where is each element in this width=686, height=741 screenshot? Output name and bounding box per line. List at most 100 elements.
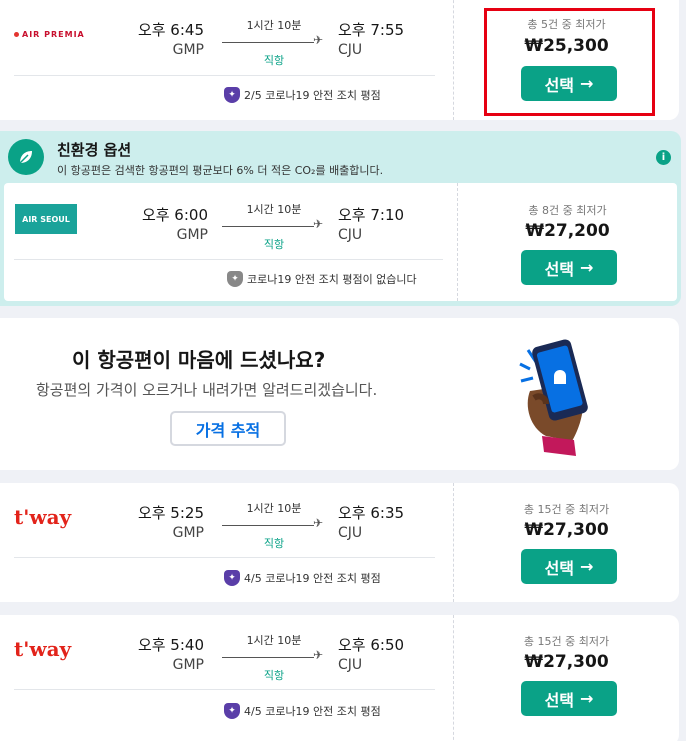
departure-airport: GMP <box>172 525 204 541</box>
flight-details: t'way 오후 5:40 GMP 1시간 10분 직항 ✈ 오후 6:50 C… <box>0 615 454 741</box>
safety-rating: ✦ 4/5 코로나19 안전 조치 평점 <box>224 570 381 586</box>
divider <box>14 259 443 260</box>
highlight-box <box>484 8 655 116</box>
arrival-time: 오후 6:50 <box>338 636 405 654</box>
departure-time: 오후 6:00 <box>141 206 208 224</box>
arrival-time: 오후 7:10 <box>338 206 405 224</box>
leaf-icon <box>8 139 44 175</box>
route-line <box>222 226 314 227</box>
departure-airport: GMP <box>172 42 204 58</box>
offer-count: 총 15건 중 최저가 <box>523 635 610 648</box>
arrival-time: 오후 6:35 <box>338 504 405 522</box>
arrow-right-icon: → <box>580 689 594 708</box>
price-track-button[interactable]: 가격 추적 <box>170 411 286 446</box>
divider <box>14 689 435 690</box>
plane-icon: ✈ <box>313 33 324 47</box>
promo-title: 이 항공편이 마음에 드셨나요? <box>72 348 326 372</box>
airline-logo: t'way <box>14 505 71 529</box>
select-button[interactable]: 선택 → <box>521 681 617 716</box>
select-label: 선택 <box>544 259 575 279</box>
stops-text: 직항 <box>263 54 285 67</box>
airline-name: AIR SEOUL <box>22 214 70 224</box>
safety-rating: ✦ 4/5 코로나19 안전 조치 평점 <box>224 703 381 719</box>
departure-airport: GMP <box>176 227 208 243</box>
select-label: 선택 <box>544 690 575 710</box>
stops-text: 직항 <box>263 669 285 682</box>
select-label: 선택 <box>544 558 575 578</box>
duration-text: 1시간 10분 <box>246 634 302 647</box>
price-panel: 총 15건 중 최저가 ₩27,300 선택 → <box>454 615 679 741</box>
airline-logo: AIR PREMIA <box>14 30 85 39</box>
eco-title: 친환경 옵션 <box>57 141 132 159</box>
plane-icon: ✈ <box>313 217 324 231</box>
select-button[interactable]: 선택 → <box>521 549 617 584</box>
plane-icon: ✈ <box>313 648 324 662</box>
safety-text: 코로나19 안전 조치 평점이 없습니다 <box>247 273 417 286</box>
eco-description: 이 항공편은 검색한 항공편의 평균보다 6% 더 적은 CO₂를 배출합니다. <box>57 164 384 177</box>
duration: 1시간 10분 직항 <box>222 500 326 551</box>
departure: 오후 6:00 GMP <box>142 204 208 243</box>
arrival-time: 오후 7:55 <box>338 21 405 39</box>
arrival: 오후 7:10 CJU <box>338 204 404 243</box>
route-line <box>222 525 314 526</box>
arrow-right-icon: → <box>580 258 594 277</box>
price-panel: 총 8건 중 최저가 ₩27,200 선택 → <box>458 183 677 301</box>
shield-icon: ✦ <box>227 271 243 287</box>
airline-name: AIR PREMIA <box>22 30 85 39</box>
safety-text: 4/5 코로나19 안전 조치 평점 <box>244 705 381 718</box>
flight-details: t'way 오후 5:25 GMP 1시간 10분 직항 ✈ 오후 6:35 C… <box>0 483 454 602</box>
safety-text: 2/5 코로나19 안전 조치 평점 <box>244 89 381 102</box>
duration: 1시간 10분 직항 <box>222 17 326 68</box>
offer-count: 총 8건 중 최저가 <box>528 204 607 217</box>
safety-rating: ✦ 2/5 코로나19 안전 조치 평점 <box>224 87 381 103</box>
departure-time: 오후 5:40 <box>137 636 204 654</box>
price: ₩27,200 <box>525 221 610 241</box>
price-alert-promo: 이 항공편이 마음에 드셨나요? 항공편의 가격이 오르거나 내려가면 알려드리… <box>0 318 679 470</box>
departure: 오후 6:45 GMP <box>138 19 204 58</box>
arrival: 오후 6:50 CJU <box>338 634 404 673</box>
promo-subtitle: 항공편의 가격이 오르거나 내려가면 알려드리겠습니다. <box>36 381 378 399</box>
shield-icon: ✦ <box>224 703 240 719</box>
offer-count: 총 15건 중 최저가 <box>523 503 610 516</box>
duration-text: 1시간 10분 <box>246 502 302 515</box>
arrival-airport: CJU <box>338 42 363 58</box>
airline-name: t'way <box>14 637 72 661</box>
duration-text: 1시간 10분 <box>246 19 302 32</box>
departure: 오후 5:40 GMP <box>138 634 204 673</box>
arrival-airport: CJU <box>338 227 363 243</box>
arrow-right-icon: → <box>580 557 594 576</box>
stops-text: 직항 <box>263 537 285 550</box>
departure-time: 오후 6:45 <box>137 21 204 39</box>
duration: 1시간 10분 직항 <box>222 201 326 252</box>
price: ₩27,300 <box>524 652 609 672</box>
eco-option-section: 친환경 옵션 이 항공편은 검색한 항공편의 평균보다 6% 더 적은 CO₂를… <box>0 131 681 306</box>
select-button[interactable]: 선택 → <box>521 250 617 285</box>
safety-text: 4/5 코로나19 안전 조치 평점 <box>244 572 381 585</box>
shield-icon: ✦ <box>224 87 240 103</box>
departure-airport: GMP <box>172 657 204 673</box>
flight-card-4[interactable]: t'way 오후 5:40 GMP 1시간 10분 직항 ✈ 오후 6:50 C… <box>0 615 679 741</box>
divider <box>14 75 435 76</box>
safety-rating: ✦ 코로나19 안전 조치 평점이 없습니다 <box>227 271 417 287</box>
plane-icon: ✈ <box>313 516 324 530</box>
flight-details: AIR SEOUL 오후 6:00 GMP 1시간 10분 직항 ✈ 오후 7:… <box>4 183 458 301</box>
departure: 오후 5:25 GMP <box>138 502 204 541</box>
divider <box>14 557 435 558</box>
arrival: 오후 7:55 CJU <box>338 19 404 58</box>
price-panel: 총 15건 중 최저가 ₩27,300 선택 → <box>454 483 679 602</box>
flight-card-2[interactable]: AIR SEOUL 오후 6:00 GMP 1시간 10분 직항 ✈ 오후 7:… <box>4 183 677 301</box>
route-line <box>222 42 314 43</box>
info-icon[interactable]: i <box>656 150 671 165</box>
shield-icon: ✦ <box>224 570 240 586</box>
stops-text: 직항 <box>263 238 285 251</box>
flight-card-3[interactable]: t'way 오후 5:25 GMP 1시간 10분 직항 ✈ 오후 6:35 C… <box>0 483 679 602</box>
airline-name: t'way <box>14 505 72 529</box>
phone-hand-illustration <box>519 339 588 456</box>
route-line <box>222 657 314 658</box>
airline-logo: t'way <box>14 637 71 661</box>
price: ₩27,300 <box>524 520 609 540</box>
flight-details: AIR PREMIA 오후 6:45 GMP 1시간 10분 직항 ✈ 오후 7… <box>0 0 454 120</box>
departure-time: 오후 5:25 <box>137 504 204 522</box>
arrival-airport: CJU <box>338 657 363 673</box>
airline-logo: AIR SEOUL <box>15 204 77 234</box>
